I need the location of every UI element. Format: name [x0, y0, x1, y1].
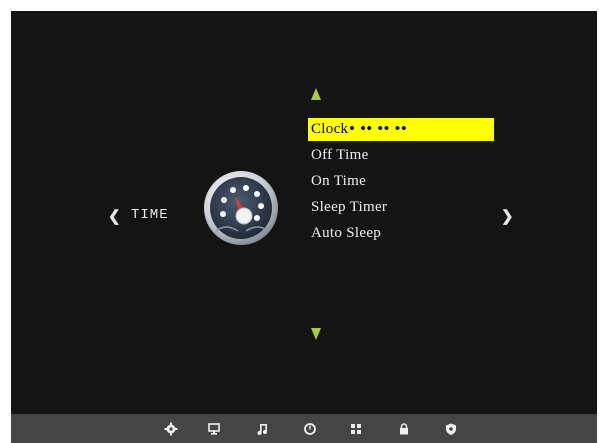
menu-item-on-time[interactable]: On Time: [308, 170, 494, 196]
clock-gauge-icon: [202, 169, 280, 247]
clock-icon[interactable]: [303, 422, 317, 436]
menu-item-sleep-timer[interactable]: Sleep Timer: [308, 196, 494, 222]
monitor-icon[interactable]: [207, 422, 221, 436]
music-note-icon[interactable]: [256, 422, 270, 436]
menu-item-clock[interactable]: Clock• •• •• ••: [308, 118, 494, 141]
menu-item-label: Auto Sleep: [311, 225, 382, 241]
shield-icon[interactable]: [444, 422, 458, 436]
settings-icon[interactable]: [164, 422, 178, 436]
category-label: TIME: [131, 207, 169, 223]
menu-item-label: Sleep Timer: [311, 199, 388, 215]
menu-item-label: Off Time: [311, 147, 369, 163]
lock-icon[interactable]: [397, 422, 411, 436]
scroll-down-arrow-icon[interactable]: [311, 328, 321, 340]
clock-value: • •• •• ••: [349, 121, 408, 137]
bottom-category-bar: [11, 414, 597, 443]
osd-screen: ❮ TIME Clock• •• •• •• Off Time On Time …: [11, 11, 597, 443]
grid-icon[interactable]: [349, 422, 363, 436]
menu-item-off-time[interactable]: Off Time: [308, 144, 494, 170]
scroll-up-arrow-icon[interactable]: [311, 88, 321, 100]
menu-item-auto-sleep[interactable]: Auto Sleep: [308, 222, 494, 248]
menu-item-label: Clock: [311, 121, 349, 137]
prev-category-arrow-icon[interactable]: ❮: [108, 207, 121, 226]
menu-item-label: On Time: [311, 173, 367, 189]
next-category-arrow-icon[interactable]: ❯: [501, 207, 514, 226]
time-menu: Clock• •• •• •• Off Time On Time Sleep T…: [308, 118, 494, 248]
